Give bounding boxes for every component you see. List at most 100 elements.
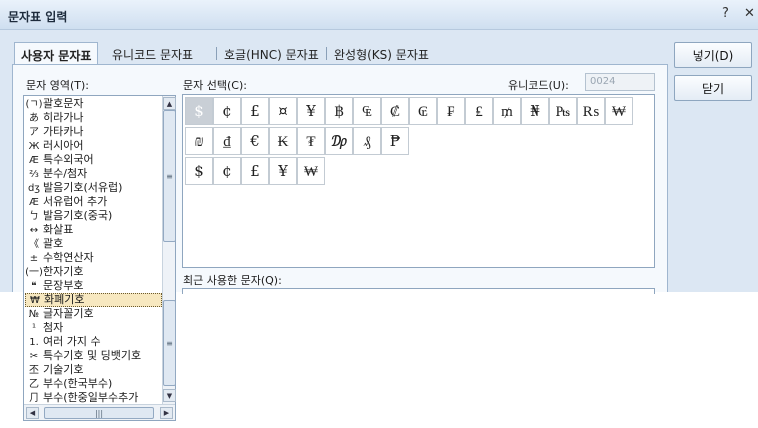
char-cell[interactable]: ¤ xyxy=(269,97,297,125)
char-cell[interactable]: ₭ xyxy=(269,127,297,155)
char-cell[interactable]: $ xyxy=(185,97,213,125)
char-cell[interactable]: ₦ xyxy=(521,97,549,125)
category-icon: 《 xyxy=(29,239,39,250)
scroll-thumb[interactable]: ≡ xyxy=(163,110,176,242)
category-label: 여러 가지 수 xyxy=(43,335,101,348)
category-icon: Æ xyxy=(29,197,39,208)
list-item[interactable]: dʒ 발음기호(서유럽) xyxy=(25,181,162,195)
char-cell[interactable]: ₰ xyxy=(353,127,381,155)
list-item[interactable]: ❝ 문장부호 xyxy=(25,279,162,293)
char-cell[interactable]: ₨ xyxy=(577,97,605,125)
char-cell[interactable]: ₫ xyxy=(213,127,241,155)
list-item[interactable]: ¹ 첨자 xyxy=(25,321,162,335)
list-item[interactable]: ± 수학연산자 xyxy=(25,251,162,265)
char-cell[interactable]: $ xyxy=(185,157,213,185)
close-button[interactable]: 닫기 xyxy=(674,75,752,101)
category-label: 러시아어 xyxy=(43,139,84,152)
recent-chars xyxy=(182,288,655,294)
char-cell[interactable]: ₢ xyxy=(409,97,437,125)
tab-ks-charmap[interactable]: 완성형(KS) 문자표 xyxy=(328,42,435,64)
char-cell[interactable]: £ xyxy=(241,157,269,185)
scroll-down-icon[interactable]: ▼ xyxy=(163,389,176,402)
category-icon: ❝ xyxy=(31,281,37,292)
list-item[interactable]: 《 괄호 xyxy=(25,237,162,251)
category-label: 특수외국어 xyxy=(43,153,94,166)
window-title: 문자표 입력 xyxy=(8,10,68,24)
char-cell[interactable]: ₩ xyxy=(605,97,633,125)
list-horizontal-scrollbar[interactable]: ◀ ||| ▶ xyxy=(24,404,175,420)
category-label: 글자꼴기호 xyxy=(43,307,94,320)
char-cell[interactable]: ₤ xyxy=(465,97,493,125)
tab-user-charmap[interactable]: 사용자 문자표 xyxy=(14,42,99,65)
list-item[interactable]: ⺆ 부수(한중일부수추가 xyxy=(25,391,162,405)
tab-unicode-charmap[interactable]: 유니코드 문자표 xyxy=(106,42,199,64)
category-list[interactable]: ⺆ 부수(한중일부수추가 乙 부수(한국부수) 丕 기술기호 ✂ 특수기호 및 딩뱃기호 1. 여… xyxy=(23,95,176,421)
list-item[interactable]: (ㄱ)괄호문자 xyxy=(25,97,162,111)
char-cell[interactable]: ₩ xyxy=(297,157,325,185)
tab-hnc-charmap[interactable]: 호글(HNC) 문자표 xyxy=(218,42,325,64)
scroll-left-icon[interactable]: ◀ xyxy=(26,407,39,419)
unicode-field[interactable]: 0024 xyxy=(585,73,655,91)
char-cell[interactable]: ₡ xyxy=(381,97,409,125)
category-icon: № xyxy=(28,309,40,320)
list-item[interactable]: ㄅ 발음기호(중국) xyxy=(25,209,162,223)
category-icon: あ xyxy=(29,113,39,124)
list-vertical-scrollbar[interactable]: ▲ ≡ ≡ ▼ xyxy=(162,96,176,404)
category-label: 발음기호(중국) xyxy=(43,209,113,222)
category-label: 첨자 xyxy=(43,321,64,334)
help-icon[interactable]: ? xyxy=(722,6,729,21)
unicode-label: 유니코드(U): xyxy=(508,79,569,92)
category-label: 특수기호 및 딩뱃기호 xyxy=(43,349,142,362)
list-item[interactable]: ✂ 특수기호 및 딩뱃기호 xyxy=(25,349,162,363)
char-cell[interactable]: ₠ xyxy=(353,97,381,125)
char-cell[interactable]: ₱ xyxy=(381,127,409,155)
category-icon: ア xyxy=(29,127,39,138)
list-item[interactable]: あ 히라가나 xyxy=(25,111,162,125)
insert-button[interactable]: 넣기(D) xyxy=(674,42,752,68)
list-item[interactable]: ア 가타카나 xyxy=(25,125,162,139)
char-cell[interactable]: ฿ xyxy=(325,97,353,125)
char-cell[interactable]: ¢ xyxy=(213,97,241,125)
char-cell[interactable]: ₧ xyxy=(549,97,577,125)
category-icon: (一) xyxy=(25,267,43,278)
char-cell[interactable]: € xyxy=(241,127,269,155)
category-label: 화폐기호 xyxy=(44,293,85,306)
list-item[interactable]: № 글자꼴기호 xyxy=(25,307,162,321)
char-cell[interactable]: ₪ xyxy=(185,127,213,155)
list-item[interactable]: 乙 부수(한국부수) xyxy=(25,377,162,391)
category-label: 기술기호 xyxy=(43,363,84,376)
hscroll-thumb[interactable]: ||| xyxy=(44,407,154,419)
scroll-right-icon[interactable]: ▶ xyxy=(160,407,173,419)
category-label: 문장부호 xyxy=(43,279,84,292)
scroll-up-icon[interactable]: ▲ xyxy=(163,97,176,110)
category-icon: ¹ xyxy=(31,323,36,334)
list-item[interactable]: 丕 기술기호 xyxy=(25,363,162,377)
category-label: 가타카나 xyxy=(43,125,84,138)
list-item[interactable]: (一)한자기호 xyxy=(25,265,162,279)
list-item[interactable]: ⅔ 분수/첨자 xyxy=(25,167,162,181)
char-cell[interactable]: £ xyxy=(241,97,269,125)
category-icon: Ж xyxy=(28,141,40,152)
category-label: 분수/첨자 xyxy=(43,167,88,180)
char-cell[interactable]: ₣ xyxy=(437,97,465,125)
scroll-thumb-lower[interactable]: ≡ xyxy=(163,300,176,386)
list-item[interactable]: ↔ 화살표 xyxy=(25,223,162,237)
char-cell[interactable]: ₯ xyxy=(325,127,353,155)
category-label: 서유럽어 추가 xyxy=(43,195,108,208)
list-item[interactable]: Æ 특수외국어 xyxy=(25,153,162,167)
list-item[interactable]: ₩ 화폐기호 xyxy=(25,293,162,307)
char-cell[interactable]: ¢ xyxy=(213,157,241,185)
list-item[interactable]: Æ 서유럽어 추가 xyxy=(25,195,162,209)
char-cell[interactable]: ₮ xyxy=(297,127,325,155)
area-label: 문자 영역(T): xyxy=(26,79,89,92)
title-bar: 문자표 입력 ? ✕ xyxy=(0,0,758,30)
list-item[interactable]: Ж 러시아어 xyxy=(25,139,162,153)
close-icon[interactable]: ✕ xyxy=(744,6,755,21)
category-icon: dʒ xyxy=(27,183,41,194)
category-icon: 丕 xyxy=(29,365,39,376)
list-item[interactable]: 1. 여러 가지 수 xyxy=(25,335,162,349)
char-cell[interactable]: ₥ xyxy=(493,97,521,125)
char-cell[interactable]: ¥ xyxy=(297,97,325,125)
char-cell[interactable]: ¥ xyxy=(269,157,297,185)
category-label: 한자기호 xyxy=(43,265,84,278)
